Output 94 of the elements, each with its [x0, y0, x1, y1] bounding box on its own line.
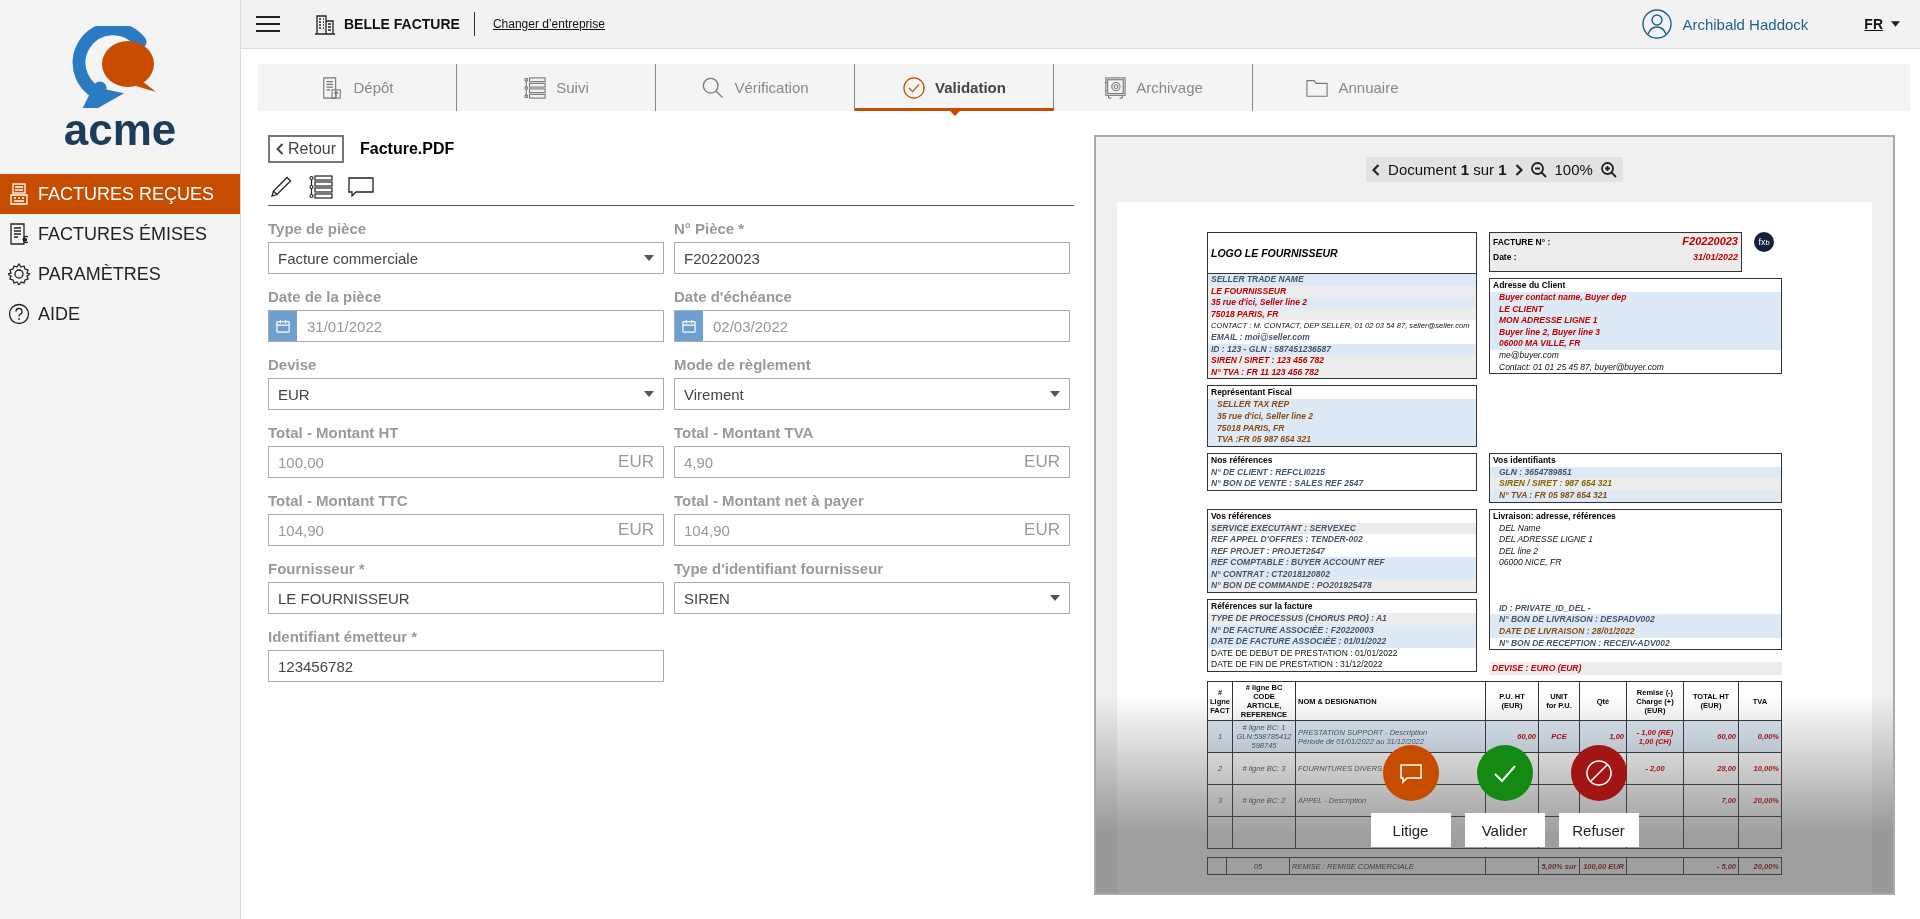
invoice-line: DATE DE FIN DE PRESTATION : 31/12/2022	[1210, 659, 1384, 672]
caret-icon	[1050, 391, 1060, 397]
invoice-line: DEL ADRESSE LIGNE 1	[1498, 534, 1594, 546]
zoom-level: 100%	[1554, 161, 1593, 178]
field-label: Identifiant émetteur *	[268, 627, 419, 647]
user-icon[interactable]	[1642, 9, 1673, 39]
tab[interactable]: Validation	[855, 64, 1054, 119]
field-label: Mode de règlement	[674, 355, 812, 375]
select-field[interactable]: EUR	[268, 378, 664, 410]
caret-icon	[1891, 21, 1900, 27]
invoice-line: REF APPEL D'OFFRES : TENDER-002	[1210, 534, 1364, 546]
invoice-date: 31/01/2022	[1692, 252, 1738, 262]
select-field[interactable]: Virement	[674, 378, 1070, 410]
caret-icon	[644, 255, 654, 261]
comment-icon[interactable]	[348, 175, 374, 199]
invoice-number-label: FACTURE N° :	[1493, 237, 1551, 247]
menu-icon[interactable]	[256, 15, 280, 33]
invoice-line: N° BON DE RECEPTION : RECEIV-ADV002	[1498, 637, 1671, 650]
section-title: Références sur la facture	[1210, 600, 1314, 614]
zoom-out-icon[interactable]	[1530, 161, 1547, 178]
invoice-number: F20220023	[1682, 235, 1738, 247]
invoice-line: DEL Name	[1498, 522, 1542, 535]
input-field[interactable]: F20220023	[674, 242, 1070, 274]
sidebar-item[interactable]: FACTURES ÉMISES	[0, 214, 240, 254]
switch-company-link[interactable]: Changer d’entreprise	[492, 17, 605, 31]
dispute-button[interactable]: Litige	[1370, 813, 1451, 847]
file-name: Facture.PDF	[360, 140, 455, 158]
cash-register-icon	[8, 183, 30, 205]
calendar-icon	[682, 319, 696, 333]
sidebar-item[interactable]: PARAMÈTRES	[0, 254, 240, 294]
select-field[interactable]: Facture commerciale	[268, 242, 664, 274]
field-label: Type d'identifiant fournisseur	[674, 559, 885, 579]
search-icon	[702, 76, 725, 99]
approve-button[interactable]: Valider	[1464, 813, 1545, 847]
field-label: Total - Montant TTC	[268, 491, 409, 511]
field-label: Devise	[268, 355, 318, 375]
reject-button[interactable]: Refuser	[1558, 813, 1639, 847]
invoice-line: ID : PRIVATE_ID_DEL -	[1498, 602, 1592, 615]
field-label: Total - Montant net à payer	[674, 491, 865, 511]
check-circle-icon	[903, 76, 926, 99]
section-title: Vos identifiants	[1492, 453, 1557, 467]
field-label: Type de pièce	[268, 219, 368, 239]
comment-icon[interactable]	[1382, 745, 1439, 801]
input-field[interactable]: 123456782	[268, 650, 664, 682]
invoice-icon	[8, 223, 30, 245]
pencil-icon[interactable]	[268, 175, 294, 199]
section-title: Nos références	[1210, 453, 1274, 467]
invoice-line: N° BON DE VENTE : SALES REF 2547	[1210, 478, 1365, 490]
field-label: Total - Montant TVA	[674, 423, 815, 443]
invoice-line: Contact: 01 01 25 45 87, buyer@buyer.com	[1498, 361, 1665, 374]
section-title: Livraison: adresse, références	[1492, 509, 1617, 523]
back-button[interactable]: Retour	[268, 135, 345, 163]
field-label: N° Pièce *	[674, 219, 746, 239]
section-title: Vos références	[1210, 509, 1273, 523]
zoom-in-icon[interactable]	[1600, 161, 1617, 178]
input-field[interactable]: LE FOURNISSEUR	[268, 582, 664, 614]
invoice-line: DEL line 2	[1498, 545, 1540, 558]
supplier-logo-text: LOGO LE FOURNISSEUR	[1211, 247, 1338, 259]
list-icon	[524, 76, 547, 99]
check-icon[interactable]	[1476, 745, 1533, 801]
prohibited-icon[interactable]	[1570, 745, 1627, 801]
caret-icon	[644, 391, 654, 397]
settings-icon	[8, 263, 30, 285]
invoice-line: DATE DE DEBUT DE PRESTATION : 01/01/2022	[1210, 647, 1399, 660]
invoice-line: 06000 NICE, FR	[1498, 557, 1563, 570]
user-name[interactable]: Archibald Haddock	[1682, 15, 1809, 33]
invoice-line: EMAIL : moi@seller.com	[1210, 331, 1311, 344]
help-icon	[8, 303, 30, 325]
logo-text: acme	[63, 110, 177, 150]
section-title: Représentant Fiscal	[1210, 386, 1293, 400]
field-label: Date d'échéance	[674, 287, 793, 307]
language-selector[interactable]: FR	[1864, 16, 1900, 32]
invoice-line: me@buyer.com	[1498, 349, 1560, 362]
safe-icon	[1104, 76, 1127, 99]
invoice-line: N° DE CLIENT : REFCLI0215	[1210, 466, 1326, 479]
invoice-line: REF PROJET : PROJET2547	[1210, 545, 1326, 558]
section-title: Adresse du Client	[1492, 279, 1567, 292]
chevron-left-icon[interactable]	[1372, 163, 1381, 176]
field-label: Date de la pièce	[268, 287, 383, 307]
document-upload-icon	[321, 76, 344, 99]
invoice-date-label: Date :	[1493, 252, 1517, 262]
page-indicator: Document 1 sur 1	[1388, 161, 1507, 178]
chevron-right-icon[interactable]	[1514, 163, 1523, 176]
company-name: BELLE FACTURE	[344, 16, 460, 32]
caret-icon	[1050, 595, 1060, 601]
building-icon	[314, 13, 336, 35]
calendar-icon	[276, 319, 290, 333]
chevron-left-icon	[276, 143, 284, 155]
select-field[interactable]: SIREN	[674, 582, 1070, 614]
field-label: Total - Montant HT	[268, 423, 400, 443]
sidebar-item[interactable]: FACTURES REÇUES	[0, 174, 240, 214]
field-label: Fournisseur *	[268, 559, 366, 579]
list-icon[interactable]	[308, 175, 334, 199]
sidebar-item[interactable]: AIDE	[0, 294, 240, 334]
